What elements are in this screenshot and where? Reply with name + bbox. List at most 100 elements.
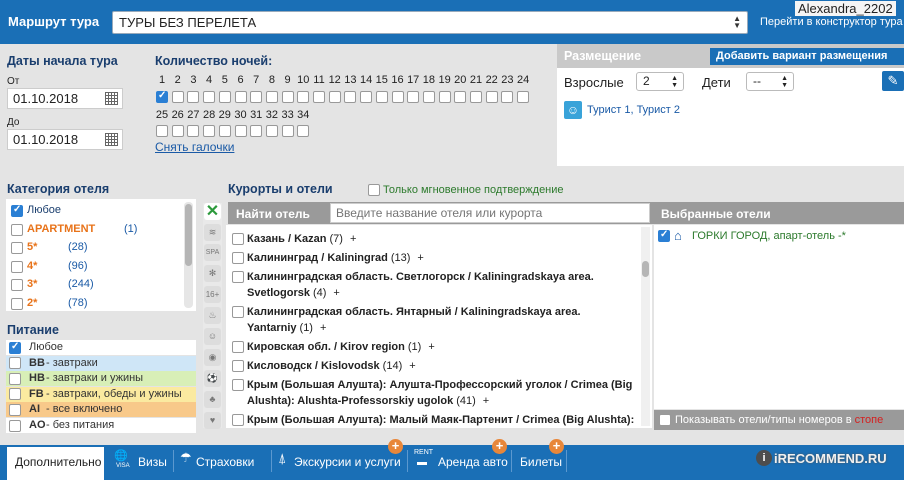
night-checkbox[interactable] [250,91,263,103]
night-checkbox[interactable] [470,91,482,103]
kids-icon[interactable]: ♣ [204,391,221,408]
meal-checkbox[interactable] [9,357,21,370]
resort-checkbox[interactable] [232,252,244,264]
clear-checks-link[interactable]: Снять галочки [155,140,234,154]
night-checkbox[interactable] [328,91,341,103]
category-checkbox[interactable] [11,260,23,273]
resort-row[interactable]: Казань / Kazan (7) + [247,231,639,247]
resort-scrollbar[interactable] [641,227,650,426]
tab-tickets[interactable]: Билеты [520,453,562,475]
category-checkbox[interactable] [11,242,23,254]
category-scrollbar[interactable] [184,202,193,308]
instant-confirm-checkbox[interactable] [368,184,380,196]
add-resort-icon[interactable]: + [409,360,415,372]
snowflake-icon[interactable]: ✻ [204,265,221,282]
show-stop-checkbox[interactable] [659,414,671,426]
night-checkbox[interactable] [485,91,498,103]
night-checkbox[interactable] [407,91,420,103]
sport-icon[interactable]: ⚽ [204,370,221,387]
spa-icon[interactable]: SPA [204,244,221,261]
clear-filter-icon[interactable]: ✕ [204,203,221,220]
resort-row[interactable]: Крым (Большая Алушта): Малый Маяк-Партен… [247,412,639,428]
resort-row[interactable]: Калининградская область. Светлогорск / K… [247,269,639,301]
add-resort-icon[interactable]: + [428,341,434,353]
night-checkbox[interactable] [156,90,168,103]
night-checkbox[interactable] [187,91,200,103]
pool-icon[interactable]: ♨ [204,307,221,324]
category-checkbox[interactable] [11,279,23,291]
night-checkbox[interactable] [156,125,168,137]
night-checkbox[interactable] [234,125,247,137]
scroll-thumb[interactable] [642,261,649,277]
night-checkbox[interactable] [265,125,278,137]
adults-select[interactable]: 2 ▲ ▼ [636,72,684,91]
night-checkbox[interactable] [422,91,435,103]
night-checkbox[interactable] [501,91,514,103]
resort-checkbox[interactable] [232,233,244,245]
night-checkbox[interactable] [250,125,263,137]
night-checkbox[interactable] [313,91,325,103]
date-to-input[interactable]: 01.10.2018 [7,129,123,150]
family-icon[interactable]: ☺ [204,328,221,345]
tab-visas[interactable]: Визы [138,453,167,475]
night-checkbox[interactable] [281,125,294,137]
category-checkbox[interactable] [11,204,23,217]
scroll-thumb[interactable] [185,204,192,266]
night-checkbox[interactable] [203,91,216,103]
category-checkbox[interactable] [11,297,23,310]
constructor-link[interactable]: Перейти в конструктор тура [760,16,903,28]
children-select[interactable]: -- ▲ ▼ [746,72,794,91]
resort-checkbox[interactable] [232,306,244,318]
calendar-icon[interactable] [105,92,118,105]
tab-excursions[interactable]: Экскурсии и услуги [294,453,401,475]
resort-row[interactable]: Калининградская область. Янтарный / Kali… [247,304,639,336]
edit-icon[interactable]: ✎ [882,71,904,91]
resort-checkbox[interactable] [232,360,244,372]
resort-row[interactable]: Калининград / Kaliningrad (13) + [247,250,639,266]
add-resort-icon[interactable]: + [333,287,339,299]
meal-checkbox[interactable] [9,341,21,354]
meal-checkbox[interactable] [9,388,21,401]
night-checkbox[interactable] [454,91,467,103]
calendar-icon[interactable] [105,133,118,146]
add-resort-icon[interactable]: + [483,395,489,407]
resort-checkbox[interactable] [232,341,244,353]
night-checkbox[interactable] [391,91,404,103]
meal-checkbox[interactable] [9,403,21,416]
add-placement-button[interactable]: Добавить вариант размещения [710,48,904,65]
add-resort-icon[interactable]: + [350,233,356,245]
night-checkbox[interactable] [187,125,200,137]
resort-checkbox[interactable] [232,414,244,426]
night-checkbox[interactable] [171,125,184,137]
resort-row[interactable]: Кировская обл. / Kirov region (1) + [247,339,639,355]
date-from-input[interactable]: 01.10.2018 [7,88,123,109]
add-resort-icon[interactable]: + [417,252,423,264]
night-checkbox[interactable] [375,91,388,103]
night-checkbox[interactable] [265,91,278,103]
globe-icon[interactable]: ◉ [204,349,221,366]
add-resort-icon[interactable]: + [320,322,326,334]
night-checkbox[interactable] [297,91,310,103]
resort-checkbox[interactable] [232,271,244,283]
resort-checkbox[interactable] [232,379,244,391]
age-16-icon[interactable]: 16+ [204,286,221,303]
tab-insurance[interactable]: Страховки [196,453,254,475]
resort-row[interactable]: Кисловодск / Kislovodsk (14) + [247,358,639,374]
night-checkbox[interactable] [344,91,357,103]
selected-hotel-checkbox[interactable] [658,229,670,242]
meal-checkbox[interactable] [9,372,21,385]
night-checkbox[interactable] [438,91,451,103]
romance-icon[interactable]: ♥ [204,412,221,429]
category-checkbox[interactable] [11,223,23,236]
beach-icon[interactable]: ≋ [204,224,221,241]
hotel-search-input[interactable] [330,203,650,223]
resort-row[interactable]: Крым (Большая Алушта): Алушта-Профессорс… [247,377,639,409]
route-select[interactable]: ТУРЫ БЕЗ ПЕРЕЛЕТА ▲ ▼ [112,11,748,34]
night-checkbox[interactable] [218,125,231,137]
night-checkbox[interactable] [171,91,184,103]
night-checkbox[interactable] [203,125,216,137]
night-checkbox[interactable] [297,125,310,137]
night-checkbox[interactable] [360,91,373,103]
tab-additional[interactable]: Дополнительно [15,453,101,475]
night-checkbox[interactable] [281,91,294,103]
